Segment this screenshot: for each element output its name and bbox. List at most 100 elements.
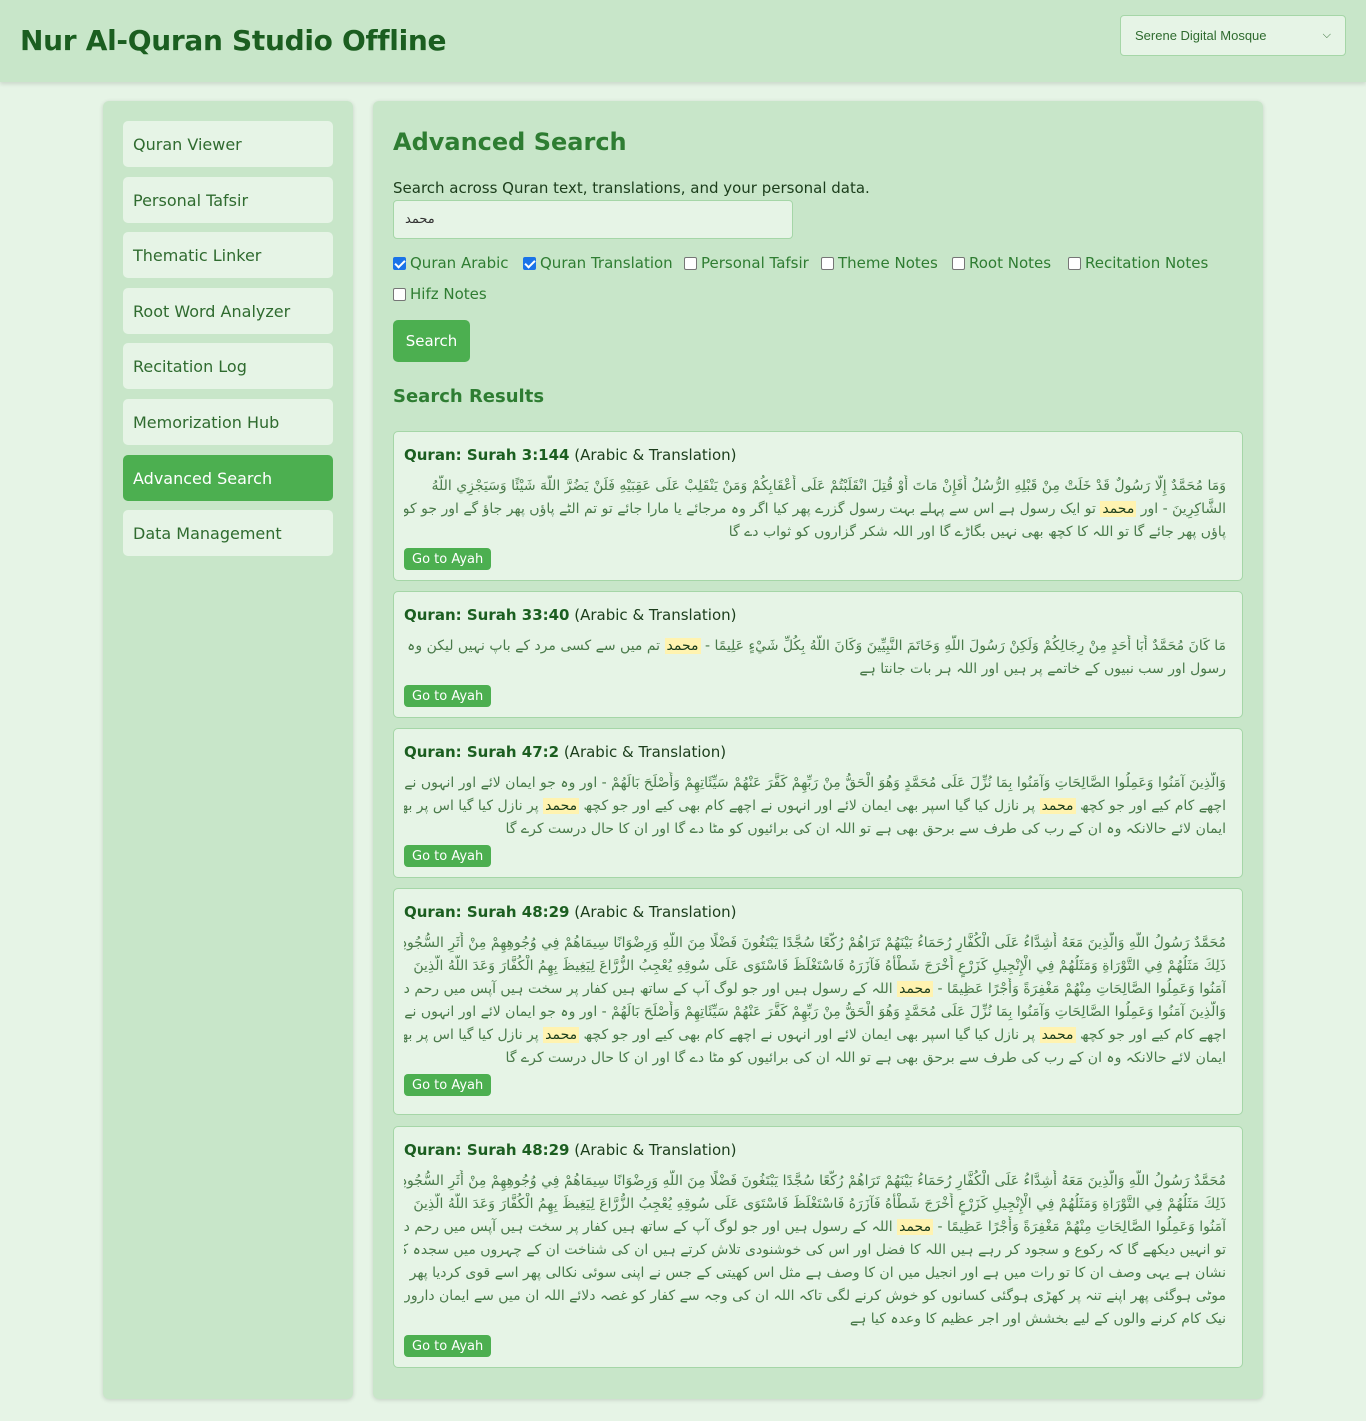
filter-label: Quran Translation [540, 254, 673, 272]
result-type: (Arabic & Translation) [569, 1141, 737, 1159]
result-reference: Quran: Surah 3:144 [404, 446, 570, 464]
go-to-ayah-button[interactable]: Go to Ayah [404, 1074, 492, 1096]
sidebar-item-advanced-search[interactable]: Advanced Search [123, 455, 333, 501]
result-text-line: نشان ہے یہی وصف ان کا تو رات میں ہے اور … [409, 1265, 1226, 1281]
app-title: Nur Al-Quran Studio Offline [20, 24, 447, 57]
result-text: مُحَمَّدٌ رَسُولُ اللَّهِ وَالَّذِينَ مَ… [404, 932, 1226, 1070]
result-card: Quran: Surah 47:2 (Arabic & Translation)… [393, 728, 1243, 878]
result-card: Quran: Surah 48:29 (Arabic & Translation… [393, 1126, 1243, 1368]
sidebar-item-memorization-hub[interactable]: Memorization Hub [123, 399, 333, 445]
result-text-line: مَا كَانَ مُحَمَّدٌ أَبَا أَحَدٍ مِنْ رِ… [404, 638, 1226, 654]
result-card: Quran: Surah 33:40 (Arabic & Translation… [393, 591, 1243, 718]
result-text-line: وَالَّذِينَ آمَنُوا وَعَمِلُوا الصَّالِح… [404, 1004, 1226, 1020]
filter-recitation-notes[interactable]: Recitation Notes [1068, 254, 1208, 272]
sidebar-item-thematic-linker[interactable]: Thematic Linker [123, 232, 333, 278]
result-reference: Quran: Surah 48:29 [404, 1141, 570, 1159]
page-title: Advanced Search [393, 128, 627, 156]
result-card: Quran: Surah 48:29 (Arabic & Translation… [393, 888, 1243, 1115]
search-highlight: محمد [897, 1219, 934, 1235]
result-type: (Arabic & Translation) [569, 446, 737, 464]
go-to-ayah-button[interactable]: Go to Ayah [404, 845, 492, 867]
result-type: (Arabic & Translation) [569, 606, 737, 624]
result-title: Quran: Surah 48:29 (Arabic & Translation… [404, 903, 737, 921]
sidebar-item-quran-viewer[interactable]: Quran Viewer [123, 121, 333, 167]
theme-select[interactable]: Serene Digital Mosque ⌵ [1120, 15, 1346, 56]
result-text: مُحَمَّدٌ رَسُولُ اللَّهِ وَالَّذِينَ مَ… [404, 1170, 1226, 1331]
search-highlight: محمد [664, 638, 701, 654]
filter-label: Theme Notes [838, 254, 938, 272]
go-to-ayah-button[interactable]: Go to Ayah [404, 548, 492, 570]
checkbox[interactable] [952, 256, 965, 270]
result-type: (Arabic & Translation) [569, 903, 737, 921]
sidebar-item-root-word-analyzer[interactable]: Root Word Analyzer [123, 288, 333, 334]
filter-label: Root Notes [969, 254, 1052, 272]
filter-personal-tafsir[interactable]: Personal Tafsir [684, 254, 809, 272]
result-text-line: پاؤں پھر جائے گا تو اللہ کا کچھ بھی نہیں… [728, 524, 1226, 540]
result-text-line: ذَلِكَ مَثَلُهُمْ فِي التَّوْرَاةِ وَمَث… [413, 1196, 1226, 1212]
filter-label: Personal Tafsir [701, 254, 809, 272]
search-highlight: محمد [1039, 798, 1076, 814]
filter-theme-notes[interactable]: Theme Notes [821, 254, 938, 272]
result-text-line: اچھے کام کیے اور جو کچھ محمد پر نازل کیا… [404, 798, 1226, 814]
filter-label: Hifz Notes [410, 285, 487, 303]
result-text-line: وَالَّذِينَ آمَنُوا وَعَمِلُوا الصَّالِح… [404, 775, 1226, 791]
result-text-line: آمَنُوا وَعَمِلُوا الصَّالِحَاتِ مِنْهُم… [404, 1219, 1226, 1235]
results-heading: Search Results [393, 386, 545, 407]
result-text-line: وَمَا مُحَمَّدٌ إِلَّا رَسُولٌ قَدْ خَلَ… [431, 478, 1226, 494]
result-text-line: رسول اور سب نبیوں کے خاتمے پر ہیں اور ال… [859, 661, 1226, 677]
go-to-ayah-button[interactable]: Go to Ayah [404, 685, 492, 707]
result-text-line: موٹی ہوگئی پھر اپنے تنہ پر کھڑی ہوگئی کس… [404, 1288, 1226, 1304]
sidebar-item-personal-tafsir[interactable]: Personal Tafsir [123, 177, 333, 223]
checkbox[interactable] [393, 256, 406, 270]
search-input-value: محمد [405, 212, 435, 227]
filter-quran-arabic[interactable]: Quran Arabic [393, 254, 509, 272]
result-reference: Quran: Surah 47:2 [404, 743, 560, 761]
result-reference: Quran: Surah 48:29 [404, 903, 570, 921]
result-type: (Arabic & Translation) [559, 743, 727, 761]
chevron-down-icon: ⌵ [1322, 29, 1331, 41]
checkbox[interactable] [1068, 256, 1081, 270]
search-highlight: محمد [897, 981, 934, 997]
sidebar: Quran Viewer Personal Tafsir Thematic Li… [103, 101, 353, 1399]
result-text-line: تو انہیں دیکھے گا کہ رکوع و سجود کر رہے … [404, 1242, 1226, 1258]
filter-label: Quran Arabic [410, 254, 509, 272]
result-text: مَا كَانَ مُحَمَّدٌ أَبَا أَحَدٍ مِنْ رِ… [404, 635, 1226, 681]
result-title: Quran: Surah 33:40 (Arabic & Translation… [404, 606, 737, 624]
result-text: وَالَّذِينَ آمَنُوا وَعَمِلُوا الصَّالِح… [404, 772, 1226, 841]
result-text-line: ایمان لائے حالانکہ وہ ان کے رب کی طرف سے… [505, 1050, 1226, 1066]
result-card: Quran: Surah 3:144 (Arabic & Translation… [393, 431, 1243, 581]
main-panel: Advanced Search Search across Quran text… [373, 101, 1263, 1399]
top-bar: Nur Al-Quran Studio Offline Serene Digit… [0, 0, 1366, 82]
search-highlight: محمد [1039, 1027, 1076, 1043]
result-text-line: اچھے کام کیے اور جو کچھ محمد پر نازل کیا… [404, 1027, 1226, 1043]
theme-select-value: Serene Digital Mosque [1135, 28, 1267, 43]
filter-label: Recitation Notes [1085, 254, 1209, 272]
result-text: وَمَا مُحَمَّدٌ إِلَّا رَسُولٌ قَدْ خَلَ… [404, 475, 1226, 544]
result-text-line: نیک کام کرنے والوں کے لیے بخشش اور اجر ع… [849, 1311, 1226, 1327]
checkbox[interactable] [821, 256, 834, 270]
result-reference: Quran: Surah 33:40 [404, 606, 570, 624]
search-highlight: محمد [1100, 501, 1137, 517]
result-title: Quran: Surah 48:29 (Arabic & Translation… [404, 1141, 737, 1159]
result-title: Quran: Surah 3:144 (Arabic & Translation… [404, 446, 737, 464]
checkbox[interactable] [523, 256, 536, 270]
filter-quran-translation[interactable]: Quran Translation [523, 254, 673, 272]
result-text-line: آمَنُوا وَعَمِلُوا الصَّالِحَاتِ مِنْهُم… [404, 981, 1226, 997]
checkbox[interactable] [393, 287, 406, 301]
search-button[interactable]: Search [393, 320, 470, 362]
sidebar-item-recitation-log[interactable]: Recitation Log [123, 343, 333, 389]
result-text-line: الشَّاكِرِينَ - اور محمد تو ایک رسول ہے … [404, 501, 1226, 517]
search-input[interactable]: محمد [393, 200, 793, 239]
checkbox[interactable] [684, 256, 697, 270]
search-highlight: محمد [543, 1027, 580, 1043]
result-title: Quran: Surah 47:2 (Arabic & Translation) [404, 743, 726, 761]
filter-root-notes[interactable]: Root Notes [952, 254, 1051, 272]
result-text-line: مُحَمَّدٌ رَسُولُ اللَّهِ وَالَّذِينَ مَ… [404, 1173, 1226, 1189]
result-text-line: مُحَمَّدٌ رَسُولُ اللَّهِ وَالَّذِينَ مَ… [404, 935, 1226, 951]
go-to-ayah-button[interactable]: Go to Ayah [404, 1335, 492, 1357]
filter-hifz-notes[interactable]: Hifz Notes [393, 285, 487, 303]
sidebar-item-data-management[interactable]: Data Management [123, 510, 333, 556]
search-description: Search across Quran text, translations, … [393, 179, 870, 197]
search-highlight: محمد [543, 798, 580, 814]
result-text-line: ایمان لائے حالانکہ وہ ان کے رب کی طرف سے… [505, 821, 1226, 837]
